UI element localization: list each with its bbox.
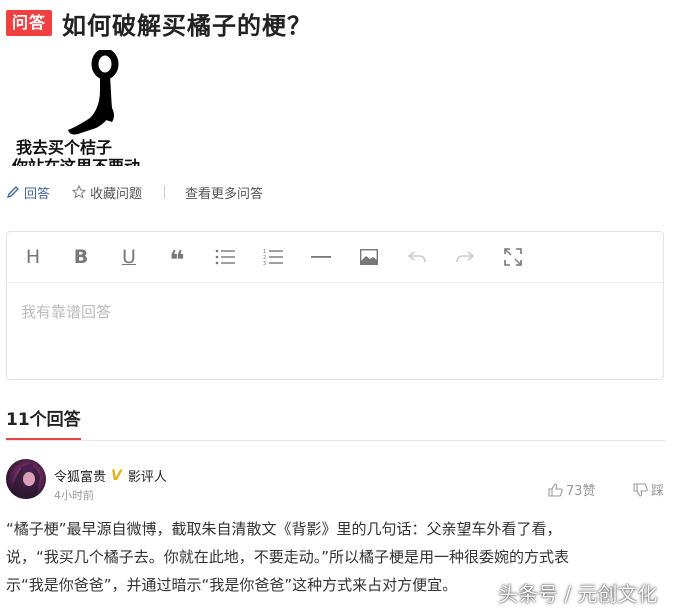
pencil-icon	[6, 185, 20, 199]
qa-badge: 问答	[6, 10, 53, 36]
answer-time: 4小时前	[54, 489, 94, 502]
more-label: 查看更多问答	[185, 186, 264, 202]
answer-line: “橘子梗”最早源自微博，截取朱自清散文《背影》里的几句话：父亲望车外看了看，	[6, 520, 562, 538]
avatar[interactable]	[6, 459, 46, 499]
image-icon[interactable]	[357, 245, 381, 269]
author-title: 影评人	[127, 470, 167, 485]
fullscreen-icon[interactable]	[501, 245, 525, 269]
thumbs-down-icon	[633, 482, 648, 497]
favorite-label: 收藏问题	[90, 186, 143, 202]
meme-caption-line2: 你站在这里不要动	[12, 153, 168, 166]
editor-toolbar: H B U ❝ 123	[7, 232, 663, 283]
bold-icon[interactable]: B	[69, 245, 93, 269]
watermark: 头条号 / 元创文化	[498, 582, 658, 606]
verified-icon: V	[111, 467, 122, 484]
answer-editor: H B U ❝ 123 我有靠谱回答	[6, 231, 664, 380]
question-header: 问答 如何破解买橘子的梗？	[6, 6, 312, 40]
answer-line: 说，“我买几个橘子去。你就在此地，不要走动。”所以橘子梗是用一种很委婉的方式表	[6, 548, 570, 566]
answer-count-tab[interactable]: 11个回答	[6, 405, 81, 440]
answer-button[interactable]: 回答	[6, 183, 50, 202]
question-image[interactable]: 我去买个桔子 你站在这里不要动	[8, 50, 168, 166]
more-questions-link[interactable]: 查看更多问答	[185, 183, 263, 202]
question-title: 如何破解买橘子的梗？	[62, 11, 313, 40]
divider-icon[interactable]	[309, 245, 333, 269]
question-actions: 回答 收藏问题 查看更多问答	[6, 183, 263, 202]
thumbs-up-icon	[548, 482, 563, 497]
star-icon	[71, 184, 87, 199]
bullet-list-icon[interactable]	[213, 245, 237, 269]
answers-divider	[6, 440, 666, 441]
quote-icon[interactable]: ❝	[165, 245, 189, 274]
like-button[interactable]: 73赞	[548, 480, 596, 499]
dislike-button[interactable]: 踩	[633, 480, 664, 499]
author-name[interactable]: 令狐富贵	[54, 466, 106, 485]
heading-icon[interactable]: H	[21, 245, 45, 269]
undo-icon[interactable]	[405, 245, 429, 269]
dislike-label: 踩	[651, 484, 665, 499]
answer-input[interactable]: 我有靠谱回答	[7, 283, 663, 340]
action-divider	[164, 185, 166, 199]
numbered-list-icon[interactable]: 123	[261, 245, 285, 269]
like-count: 73赞	[566, 484, 596, 499]
underline-icon[interactable]: U	[117, 245, 141, 269]
svg-text:3: 3	[263, 261, 266, 266]
answer-label: 回答	[24, 186, 51, 202]
redo-icon[interactable]	[453, 245, 477, 269]
author-info: 令狐富贵 V 影评人	[54, 466, 167, 486]
favorite-question-button[interactable]: 收藏问题	[71, 183, 143, 202]
